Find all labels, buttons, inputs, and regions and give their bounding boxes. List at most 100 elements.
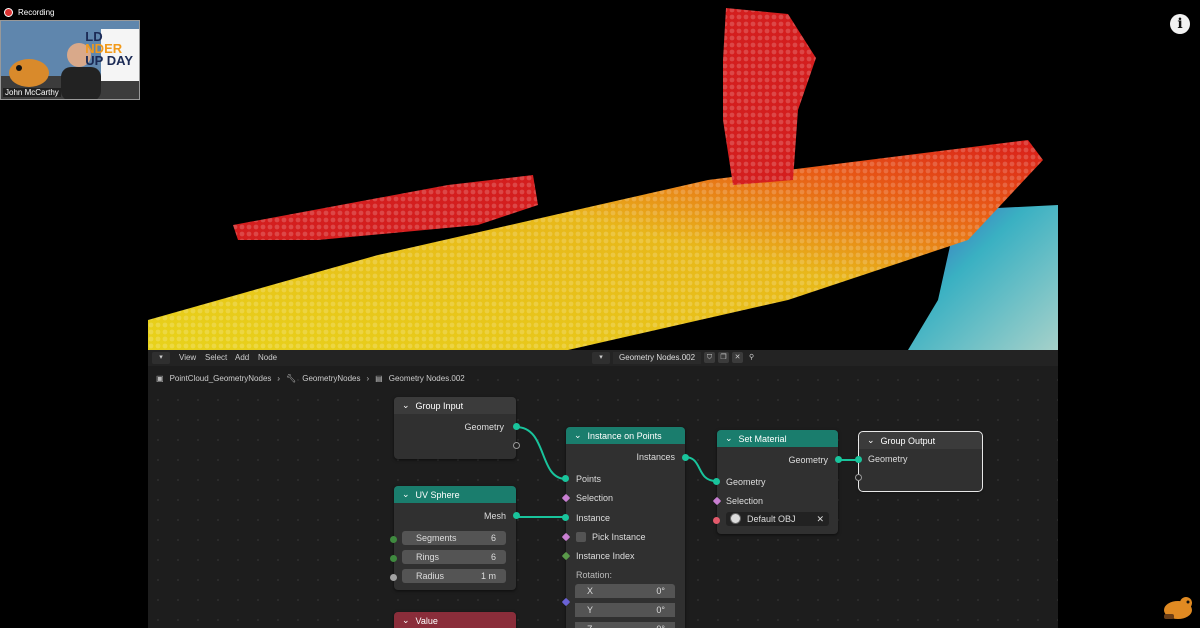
uv-sphere-node[interactable]: ⌄ UV Sphere Mesh Segments 6 Rings 6 Radi… [390, 486, 520, 590]
input-instance: Instance [576, 513, 611, 523]
node-title: Value [415, 615, 438, 626]
rotation-y-field[interactable]: Y 0° [575, 603, 675, 617]
socket-empty[interactable] [855, 474, 862, 481]
node-title: Group Input [415, 400, 464, 411]
node-title: UV Sphere [415, 489, 460, 500]
socket-segments[interactable] [390, 536, 397, 543]
chevron-right-icon: › [277, 374, 281, 383]
pin-icon[interactable]: ⚲ [746, 352, 757, 363]
input-pick-instance: Pick Instance [592, 532, 646, 542]
field-value: 0° [656, 586, 665, 596]
field-label: Rings [416, 552, 440, 562]
info-icon[interactable]: i [1170, 14, 1190, 34]
node-header[interactable]: ⌄ Group Output [859, 432, 982, 449]
pick-instance-checkbox[interactable] [576, 532, 586, 542]
clear-material-icon[interactable]: ✕ [816, 514, 824, 525]
breadcrumb-node-tree: Geometry Nodes.002 [388, 374, 465, 383]
input-selection: Selection [576, 493, 614, 503]
socket-selection[interactable] [561, 493, 571, 503]
output-mesh: Mesh [483, 511, 506, 521]
collapse-icon[interactable]: ⌄ [402, 400, 410, 411]
field-label: X [587, 586, 594, 596]
collapse-icon[interactable]: ⌄ [402, 615, 410, 626]
field-value: 0° [656, 624, 665, 628]
instance-on-points-node[interactable]: ⌄ Instance on Points Instances Points Se… [561, 427, 689, 628]
menu-add[interactable]: Add [235, 353, 249, 362]
link-instances-geometry [684, 456, 717, 482]
node-header[interactable]: ⌄ Value [394, 612, 516, 628]
object-icon: ▣ [156, 374, 164, 383]
breadcrumb-modifier: GeometryNodes [302, 374, 361, 383]
field-value: 1 m [480, 571, 496, 581]
chevron-right-icon: › [366, 374, 370, 383]
link-geometry-points [515, 426, 567, 480]
socket-empty[interactable] [513, 442, 520, 449]
socket-instance[interactable] [562, 514, 569, 521]
material-selector[interactable]: Default OBJ ✕ [726, 512, 829, 526]
node-editor-header: ▾ View Select Add Node ▾ Geometry Nodes.… [148, 350, 1058, 366]
banner-line: UP DAY [85, 53, 133, 68]
node-header[interactable]: ⌄ Instance on Points [566, 427, 685, 444]
material-sphere-icon [730, 513, 741, 524]
node-header[interactable]: ⌄ UV Sphere [394, 486, 516, 503]
segments-field[interactable]: Segments 6 [402, 531, 506, 545]
collapse-icon[interactable]: ⌄ [402, 489, 410, 500]
socket-geometry-in[interactable] [713, 478, 720, 485]
webcam-feed: LD NDER UP DAY John McCarthy [0, 20, 140, 100]
output-geometry: Geometry [788, 455, 828, 465]
socket-instance-index[interactable] [561, 551, 571, 561]
input-geometry: Geometry [868, 454, 908, 464]
menu-select[interactable]: Select [205, 353, 227, 362]
input-geometry: Geometry [726, 477, 766, 487]
socket-geometry[interactable] [855, 456, 862, 463]
node-tree-name[interactable]: Geometry Nodes.002 [613, 351, 702, 364]
node-title: Group Output [880, 435, 936, 446]
group-output-node[interactable]: ⌄ Group Output Geometry [855, 431, 983, 492]
output-geometry: Geometry [464, 422, 504, 432]
node-header[interactable]: ⌄ Group Input [394, 397, 516, 414]
socket-rotation[interactable] [561, 597, 571, 607]
value-node[interactable]: ⌄ Value [394, 612, 516, 628]
socket-mesh[interactable] [513, 512, 520, 519]
socket-geometry-out[interactable] [835, 456, 842, 463]
close-icon[interactable]: ✕ [732, 352, 744, 363]
input-points: Points [576, 474, 602, 484]
node-tree-icon: ▤ [375, 374, 383, 383]
node-header[interactable]: ⌄ Set Material [717, 430, 838, 447]
group-input-node[interactable]: ⌄ Group Input Geometry [394, 397, 520, 459]
rotation-z-field[interactable]: Z 0° [575, 622, 675, 628]
3d-viewport[interactable] [148, 0, 1058, 350]
socket-material[interactable] [713, 517, 720, 524]
socket-geometry[interactable] [513, 423, 520, 430]
radius-field[interactable]: Radius 1 m [402, 569, 506, 583]
duplicate-icon[interactable]: ❐ [718, 352, 730, 363]
socket-rings[interactable] [390, 555, 397, 562]
socket-pick-instance[interactable] [561, 532, 571, 542]
node-tree-type-icon[interactable]: ▾ [592, 351, 610, 364]
node-title: Set Material [738, 433, 787, 444]
field-label: Segments [416, 533, 457, 543]
set-material-node[interactable]: ⌄ Set Material Geometry Geometry Selecti… [712, 430, 842, 534]
node-editor[interactable]: ▾ View Select Add Node ▾ Geometry Nodes.… [148, 350, 1058, 628]
collapse-icon[interactable]: ⌄ [725, 433, 733, 444]
node-tree-selector[interactable]: ▾ Geometry Nodes.002 ⛉ ❐ ✕ ⚲ [592, 351, 757, 364]
material-name: Default OBJ [747, 514, 796, 524]
field-value: 6 [490, 533, 496, 543]
shield-icon[interactable]: ⛉ [704, 352, 716, 363]
socket-radius[interactable] [390, 574, 397, 581]
field-label: Z [587, 624, 593, 628]
recording-label: Recording [18, 8, 55, 17]
menu-node[interactable]: Node [258, 353, 277, 362]
socket-instances[interactable] [682, 454, 689, 461]
collapse-icon[interactable]: ⌄ [867, 435, 875, 446]
node-editor-icon[interactable]: ▾ [152, 352, 170, 364]
menu-view[interactable]: View [179, 353, 196, 362]
participant-name: John McCarthy [3, 88, 61, 97]
collapse-icon[interactable]: ⌄ [574, 430, 582, 441]
socket-selection[interactable] [712, 496, 722, 506]
rotation-x-field[interactable]: X 0° [575, 584, 675, 598]
socket-points[interactable] [562, 475, 569, 482]
node-title: Instance on Points [587, 430, 662, 441]
rings-field[interactable]: Rings 6 [402, 550, 506, 564]
output-instances: Instances [636, 452, 675, 462]
